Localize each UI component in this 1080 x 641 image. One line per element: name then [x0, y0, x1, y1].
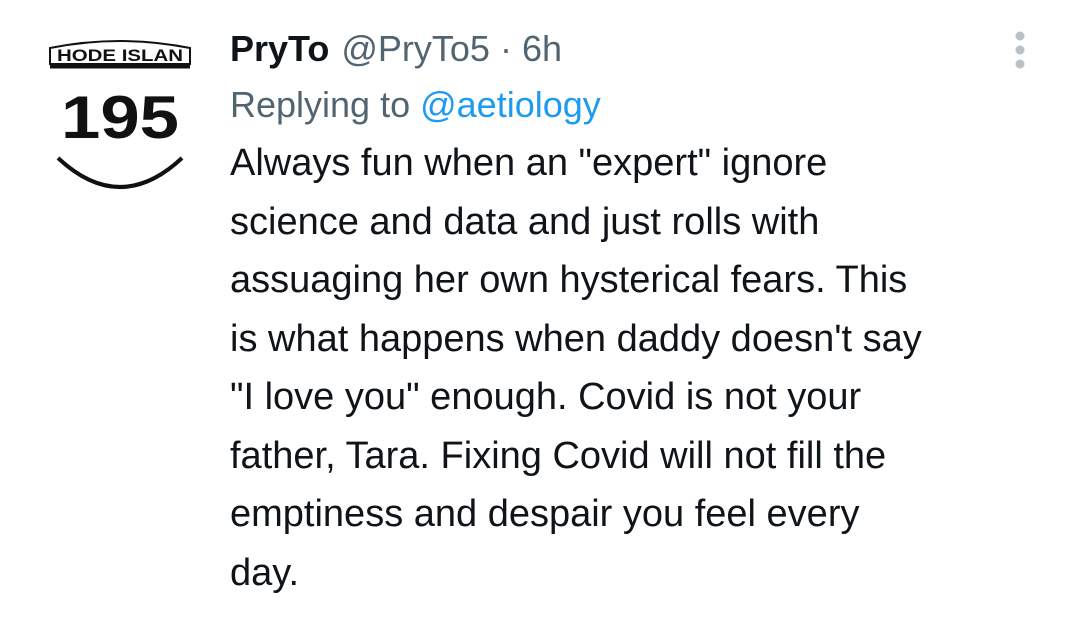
avatar-shield-text: HODE ISLAN — [57, 46, 183, 65]
tweet-text-line: father, Tara. Fixing Covid will not fill… — [230, 434, 887, 477]
vertical-ellipsis-icon — [1015, 31, 1025, 69]
more-options-button[interactable] — [1000, 30, 1040, 70]
tweet-content: PryTo @PryTo5 · 6h Replying to @aetiology… — [230, 22, 1050, 602]
tweet: HODE ISLAN 195 PryTo @PryTo5 · 6h Replyi… — [0, 0, 1080, 641]
tweet-text-line: is what happens when daddy doesn't say — [230, 317, 922, 360]
avatar[interactable]: HODE ISLAN 195 — [40, 20, 200, 200]
avatar-route-number: 195 — [61, 84, 179, 151]
tweet-text-line: emptiness and despair you feel every — [230, 493, 860, 535]
tweet-text-line: Always fun when an "expert" ignore — [230, 142, 828, 184]
header-separator: · — [499, 28, 512, 69]
tweet-timestamp[interactable]: 6h — [522, 22, 562, 76]
replying-to-label: Replying to — [230, 84, 411, 125]
author-handle[interactable]: @PryTo5 — [341, 22, 490, 76]
tweet-text-line: day. — [230, 551, 300, 594]
route-shield-icon: HODE ISLAN 195 — [49, 40, 191, 189]
author-display-name[interactable]: PryTo — [230, 22, 329, 76]
replying-to: Replying to @aetiology — [230, 76, 1050, 134]
reply-handle-link[interactable]: @aetiology — [420, 84, 601, 125]
tweet-text: Always fun when an "expert" ignore scien… — [230, 134, 1050, 602]
tweet-header: PryTo @PryTo5 · 6h — [230, 22, 1050, 76]
tweet-text-line: science and data and just rolls with — [230, 200, 820, 243]
tweet-text-line: "I love you" enough. Covid is not your — [230, 376, 862, 418]
tweet-text-line: assuaging her own hysterical fears. This — [230, 259, 908, 301]
